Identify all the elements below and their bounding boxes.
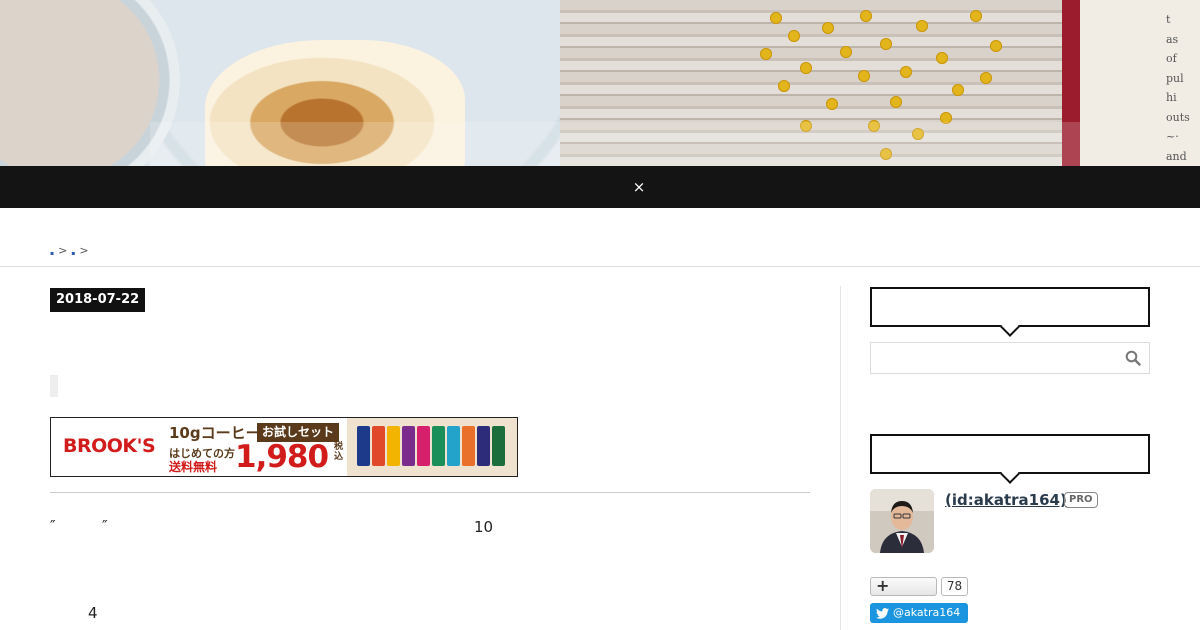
header-image: t as of pul hi outs ~· and liter bbox=[0, 0, 1200, 166]
plus-icon: + bbox=[876, 576, 890, 595]
hero-overlay-band bbox=[150, 122, 1080, 166]
ad-price: 1,980円 bbox=[235, 439, 329, 476]
hero-book: t as of pul hi outs ~· and liter bbox=[1062, 0, 1200, 166]
body-number: 10 bbox=[474, 518, 494, 536]
breadcrumb: ▪ > ▪ > bbox=[50, 244, 89, 257]
sidebar-heading-search bbox=[870, 287, 1150, 327]
notice-bar bbox=[0, 166, 1200, 208]
search-input[interactable] bbox=[871, 343, 1121, 373]
search-box bbox=[870, 342, 1150, 374]
follower-count: 78 bbox=[941, 577, 968, 596]
twitter-follow-button[interactable]: @akatra164 bbox=[870, 603, 968, 623]
hero-book-text: t as of pul hi outs ~· and liter bbox=[1166, 13, 1190, 163]
breadcrumb-divider bbox=[0, 266, 1200, 267]
article-title-marker bbox=[50, 375, 58, 397]
close-icon[interactable]: × bbox=[630, 177, 648, 197]
breadcrumb-separator: > bbox=[58, 244, 68, 257]
ad-copy: 10gコーヒー お試しセット はじめての方 送料無料 1,980円 税込 bbox=[169, 420, 347, 476]
search-icon[interactable] bbox=[1125, 350, 1141, 366]
breadcrumb-link-category[interactable]: ▪ bbox=[71, 250, 75, 257]
breadcrumb-separator: > bbox=[79, 244, 89, 257]
body-number: 4 bbox=[88, 604, 98, 622]
ad-free-shipping: 送料無料 bbox=[169, 460, 218, 474]
follow-button[interactable]: + bbox=[870, 576, 937, 596]
sidebar-divider bbox=[840, 286, 841, 630]
ad-product-image bbox=[347, 418, 517, 476]
avatar[interactable] bbox=[870, 489, 934, 553]
article-divider bbox=[50, 492, 810, 493]
pro-badge: PRO bbox=[1064, 492, 1098, 508]
twitter-handle: @akatra164 bbox=[893, 606, 961, 619]
profile-id-link[interactable]: (id:akatra164) bbox=[945, 491, 1067, 509]
body-quote-open: ″ bbox=[50, 517, 56, 535]
avatar-photo bbox=[870, 489, 934, 553]
ad-tax-note: 税込 bbox=[334, 442, 344, 462]
sidebar-heading-profile bbox=[870, 434, 1150, 474]
ad-banner[interactable]: BROOK'S 10gコーヒー お試しセット はじめての方 送料無料 1,980… bbox=[50, 417, 518, 477]
article-date[interactable]: 2018-07-22 bbox=[50, 288, 146, 312]
twitter-bird-icon bbox=[876, 607, 889, 619]
ad-brand-logo: BROOK'S bbox=[63, 435, 156, 457]
body-quote-close: ″ bbox=[102, 517, 108, 535]
breadcrumb-link-top[interactable]: ▪ bbox=[50, 250, 54, 257]
